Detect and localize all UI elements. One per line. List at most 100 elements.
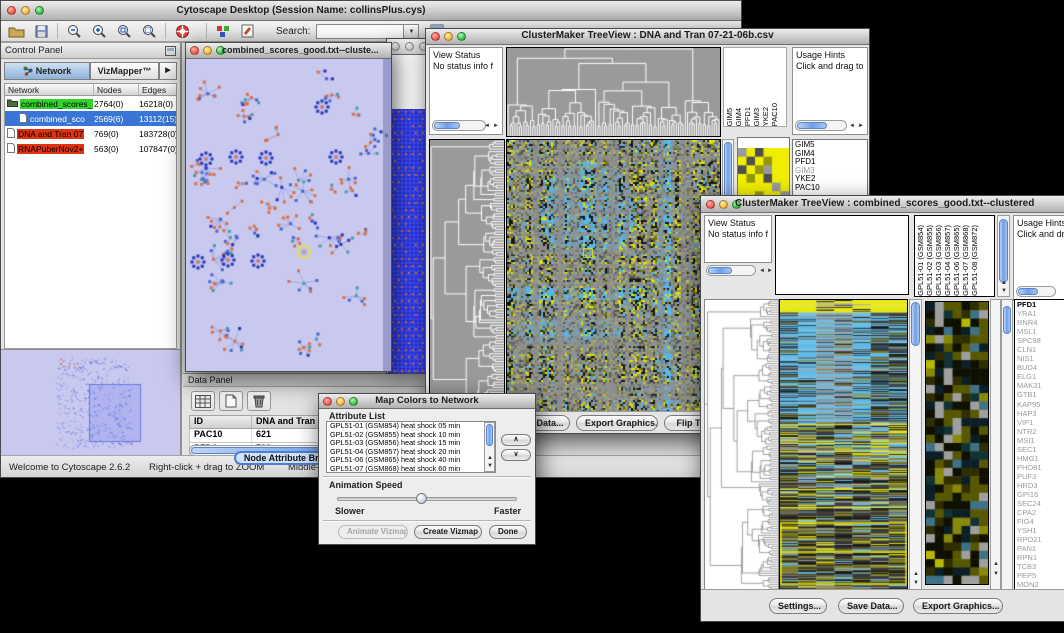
attribute-list-item[interactable]: GPL51-07 (GSM868) heat shock 60 min — [327, 465, 495, 473]
gene-label[interactable]: GIM5 — [795, 141, 865, 150]
gene-label[interactable]: HRD3 — [1017, 481, 1064, 490]
gene-label[interactable]: MSI1 — [1017, 436, 1064, 445]
column-label[interactable]: GIM5 — [725, 108, 734, 126]
tv2-gene-list[interactable]: PFD1YRA1RNR4MSL1SPC98CLN1NIS1BUD4ELG1MAK… — [1014, 299, 1064, 590]
scroll-up-icon[interactable]: ▲ — [913, 571, 919, 577]
gene-label[interactable]: HMG1 — [1017, 454, 1064, 463]
tv2-zoom-heatmap[interactable] — [925, 301, 989, 585]
tv1-column-dendrogram[interactable] — [506, 47, 721, 137]
gene-label[interactable]: CLN1 — [1017, 345, 1064, 354]
scrollbar-thumb[interactable] — [708, 267, 732, 274]
gene-label[interactable]: SEC1 — [1017, 445, 1064, 454]
export-graphics-button[interactable]: Export Graphics... — [913, 598, 1003, 614]
gene-label[interactable]: PEP5 — [1017, 571, 1064, 580]
animation-speed-slider[interactable] — [337, 497, 517, 501]
gene-label[interactable]: BUD4 — [1017, 363, 1064, 372]
close-button[interactable] — [706, 200, 715, 209]
tv2-heatmap-vscrollbar[interactable]: ▲ ▼ — [909, 299, 922, 590]
tv2-usage-scrollbar[interactable] — [1016, 286, 1056, 297]
scroll-down-icon[interactable]: ▼ — [1001, 288, 1007, 294]
vizmapper-button[interactable] — [212, 22, 234, 40]
column-label[interactable]: GIM3 — [752, 108, 761, 126]
annotation-button[interactable] — [237, 22, 259, 40]
close-button[interactable] — [190, 46, 199, 55]
scrollbar-thumb[interactable] — [797, 122, 827, 129]
treeview1-titlebar[interactable]: ClusterMaker TreeView : DNA and Tran 07-… — [426, 29, 869, 45]
scroll-right-icon[interactable]: ► — [858, 123, 864, 129]
animate-vizmap-button[interactable]: Animate Vizmap — [338, 525, 408, 539]
tv2-row-dendrogram[interactable] — [704, 299, 779, 591]
scroll-left-icon[interactable]: ◄ — [484, 123, 490, 129]
column-label[interactable]: PAC10 — [770, 103, 779, 126]
main-titlebar[interactable]: Cytoscape Desktop (Session Name: collins… — [1, 1, 741, 21]
tab-vizmapper[interactable]: VizMapper™ — [90, 62, 159, 80]
treeview2-titlebar[interactable]: ClusterMaker TreeView : combined_scores_… — [701, 196, 1064, 213]
gene-label[interactable]: KAP95 — [1017, 400, 1064, 409]
tv1-zoom-heatmap[interactable] — [738, 148, 789, 200]
attribute-listbox[interactable]: GPL51-01 (GSM854) heat shock 05 minGPL51… — [326, 421, 496, 473]
scroll-right-icon[interactable]: ► — [493, 123, 499, 129]
gene-label[interactable]: CPA2 — [1017, 508, 1064, 517]
tv1-usage-scrollbar[interactable] — [795, 120, 847, 131]
zoom-in-button[interactable] — [88, 22, 110, 40]
tv2-genelist-scrollbar[interactable] — [1001, 299, 1013, 590]
tv2-collabel-scrollbar[interactable]: ▲ ▼ — [997, 215, 1010, 297]
tv1-status-scrollbar[interactable] — [432, 120, 486, 131]
column-label[interactable]: GPL51-01 (GSM854) — [916, 225, 925, 296]
gene-label[interactable]: RNR4 — [1017, 318, 1064, 327]
network-list-row[interactable]: DNA and Tran 07769(0)183728(0) — [5, 126, 176, 141]
dense-network-view[interactable] — [388, 109, 430, 373]
gene-label[interactable]: PAC10 — [795, 184, 865, 193]
tv2-zoom-vscrollbar[interactable]: ▲ ▼ — [990, 299, 1001, 590]
scroll-up-icon[interactable]: ▲ — [993, 561, 999, 567]
scrollbar-thumb[interactable] — [999, 219, 1008, 283]
tv1-column-labels[interactable]: GIM5GIM4PFD1GIM3YKE2PAC10 — [723, 47, 787, 127]
gene-label[interactable]: NIS1 — [1017, 354, 1064, 363]
column-label[interactable]: GPL51-06 (GSM865) — [952, 225, 961, 296]
scrollbar-thumb[interactable] — [1003, 306, 1011, 334]
network-list-row[interactable]: combined_sco2569(6)13112(15) — [5, 111, 176, 126]
gene-label[interactable]: YSH1 — [1017, 526, 1064, 535]
scroll-left-icon[interactable]: ◄ — [849, 123, 855, 129]
column-label[interactable]: GPL51-04 (GSM857) — [943, 225, 952, 296]
zoom-fit-button[interactable] — [113, 22, 135, 40]
gene-label[interactable]: FIG4 — [1017, 517, 1064, 526]
gene-label[interactable]: SEC24 — [1017, 499, 1064, 508]
search-input[interactable] — [316, 24, 404, 39]
column-label[interactable]: YKE2 — [761, 107, 770, 126]
gene-label[interactable]: RPN1 — [1017, 553, 1064, 562]
export-graphics-button[interactable]: Export Graphics... — [576, 415, 658, 431]
tv2-heatmap[interactable] — [779, 299, 908, 591]
save-session-button[interactable] — [30, 22, 52, 40]
tv2-column-labels[interactable]: GPL51-01 (GSM854)GPL51-02 (GSM855) GPL51-… — [914, 215, 995, 297]
gene-label[interactable]: PUF3 — [1017, 472, 1064, 481]
scroll-down-icon[interactable]: ▼ — [993, 571, 999, 577]
scrollbar-thumb[interactable] — [486, 424, 493, 446]
column-label[interactable]: GIM4 — [734, 108, 743, 126]
column-label[interactable]: GPL51-02 (GSM855) — [925, 225, 934, 296]
minimize-button[interactable] — [203, 46, 212, 55]
network-table-header[interactable]: Network Nodes Edges — [4, 83, 177, 96]
tv1-row-dendrogram[interactable] — [429, 139, 505, 413]
column-label[interactable]: GPL51-08 (GSM872) — [970, 225, 979, 296]
move-down-button[interactable]: ∨ — [501, 449, 531, 461]
gene-label[interactable]: GIM3 — [795, 167, 865, 176]
tv2-status-scrollbar[interactable] — [706, 265, 756, 276]
scrollbar-thumb[interactable] — [911, 302, 920, 346]
scroll-right-icon[interactable]: ► — [767, 268, 773, 274]
gene-label[interactable]: RPO21 — [1017, 535, 1064, 544]
select-attributes-button[interactable] — [191, 391, 215, 411]
zoom-out-button[interactable] — [63, 22, 85, 40]
zoom-selected-button[interactable] — [138, 22, 160, 40]
done-button[interactable]: Done — [489, 525, 527, 539]
scroll-down-icon[interactable]: ▼ — [913, 580, 919, 586]
new-attribute-button[interactable] — [219, 391, 243, 411]
gene-label[interactable]: MAK31 — [1017, 381, 1064, 390]
minimize-button[interactable] — [405, 42, 414, 51]
gene-label[interactable]: GTB1 — [1017, 390, 1064, 399]
create-vizmap-button[interactable]: Create Vizmap — [414, 525, 482, 539]
dialog-titlebar[interactable]: Map Colors to Network — [319, 394, 535, 409]
gene-label[interactable]: PAN1 — [1017, 544, 1064, 553]
move-up-button[interactable]: ∧ — [501, 434, 531, 446]
scroll-left-icon[interactable]: ◄ — [759, 268, 765, 274]
